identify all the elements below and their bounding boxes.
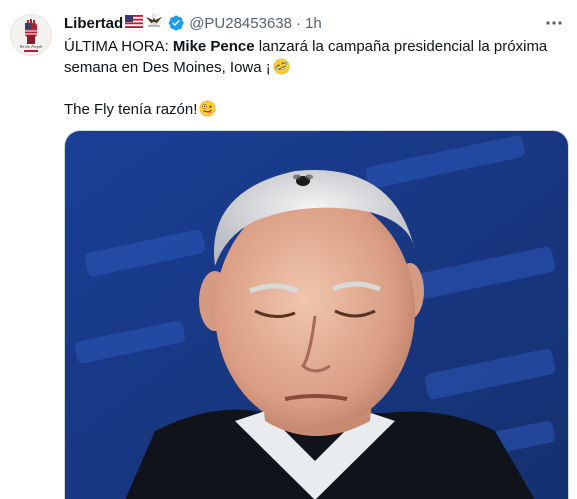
eagle-emoji xyxy=(145,13,163,33)
tweet-text-line-1: ÚLTIMA HORA: Mike Pence lanzará la campa… xyxy=(64,36,564,57)
breaking-label: ÚLTIMA HORA: xyxy=(64,38,173,55)
verified-badge-icon[interactable] xyxy=(167,14,185,32)
display-name[interactable]: Libertad xyxy=(64,15,123,32)
tweet-text-line-2: semana en Des Moines, Iowa ¡ xyxy=(64,57,564,78)
media-photo xyxy=(65,131,568,499)
avatar-image: We the People xyxy=(11,15,51,55)
us-flag-emoji xyxy=(124,14,144,32)
separator-dot: · xyxy=(296,14,301,32)
avatar-caption: We the People xyxy=(20,44,43,49)
user-handle[interactable]: @PU28453638 xyxy=(189,15,292,32)
bold-name: Mike Pence xyxy=(172,38,255,55)
tweet-header: Libertad @PU28453638 · 1h xyxy=(64,12,322,34)
tweet-media-image[interactable] xyxy=(64,130,569,499)
avatar[interactable]: We the People xyxy=(10,14,52,56)
tweet-card[interactable]: We the People Libertad @PU28453638 · 1h … xyxy=(0,0,577,499)
more-options-icon[interactable] xyxy=(543,12,565,34)
rolling-laughing-emoji xyxy=(273,58,290,75)
tweet-text-line-3: The Fly tenía razón! xyxy=(64,99,564,120)
tweet-text-quip: The Fly tenía razón! xyxy=(64,101,198,118)
tweet-text: ÚLTIMA HORA: Mike Pence lanzará la campa… xyxy=(64,36,564,120)
tweet-text-rest: lanzará la campaña presidencial la próxi… xyxy=(254,38,548,55)
timestamp[interactable]: 1h xyxy=(305,15,322,32)
tweet-text-location: semana en Des Moines, Iowa ¡ xyxy=(64,59,271,76)
zany-face-emoji xyxy=(199,100,216,117)
